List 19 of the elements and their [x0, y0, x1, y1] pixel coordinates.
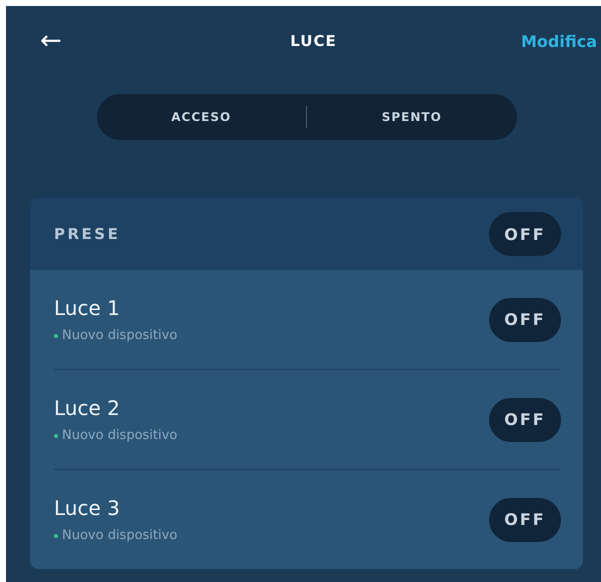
segment-button[interactable]: SPENTO — [307, 94, 516, 140]
back-button[interactable]: ← — [30, 26, 180, 56]
device-status: Nuovo dispositivo — [62, 328, 178, 343]
toggle-button[interactable]: OFF — [489, 212, 561, 256]
device-name: Luce 1 — [54, 296, 121, 320]
toggle-button[interactable]: OFF — [489, 298, 561, 342]
segment-button[interactable]: ACCESO — [96, 94, 306, 140]
status-dot-icon — [54, 434, 58, 438]
device-status: Nuovo dispositivo — [62, 428, 178, 443]
device-status: Nuovo dispositivo — [62, 528, 178, 543]
page-title: LUCE — [289, 32, 338, 50]
status-dot-icon — [54, 534, 58, 538]
toggle-button[interactable]: OFF — [489, 398, 561, 442]
toggle-button[interactable]: OFF — [489, 498, 561, 542]
device-name: Luce 3 — [54, 496, 121, 520]
group-title: PRESE — [54, 225, 120, 243]
edit-link[interactable]: Modifica — [447, 32, 597, 50]
status-dot-icon — [54, 334, 58, 338]
device-name: Luce 2 — [54, 396, 121, 420]
